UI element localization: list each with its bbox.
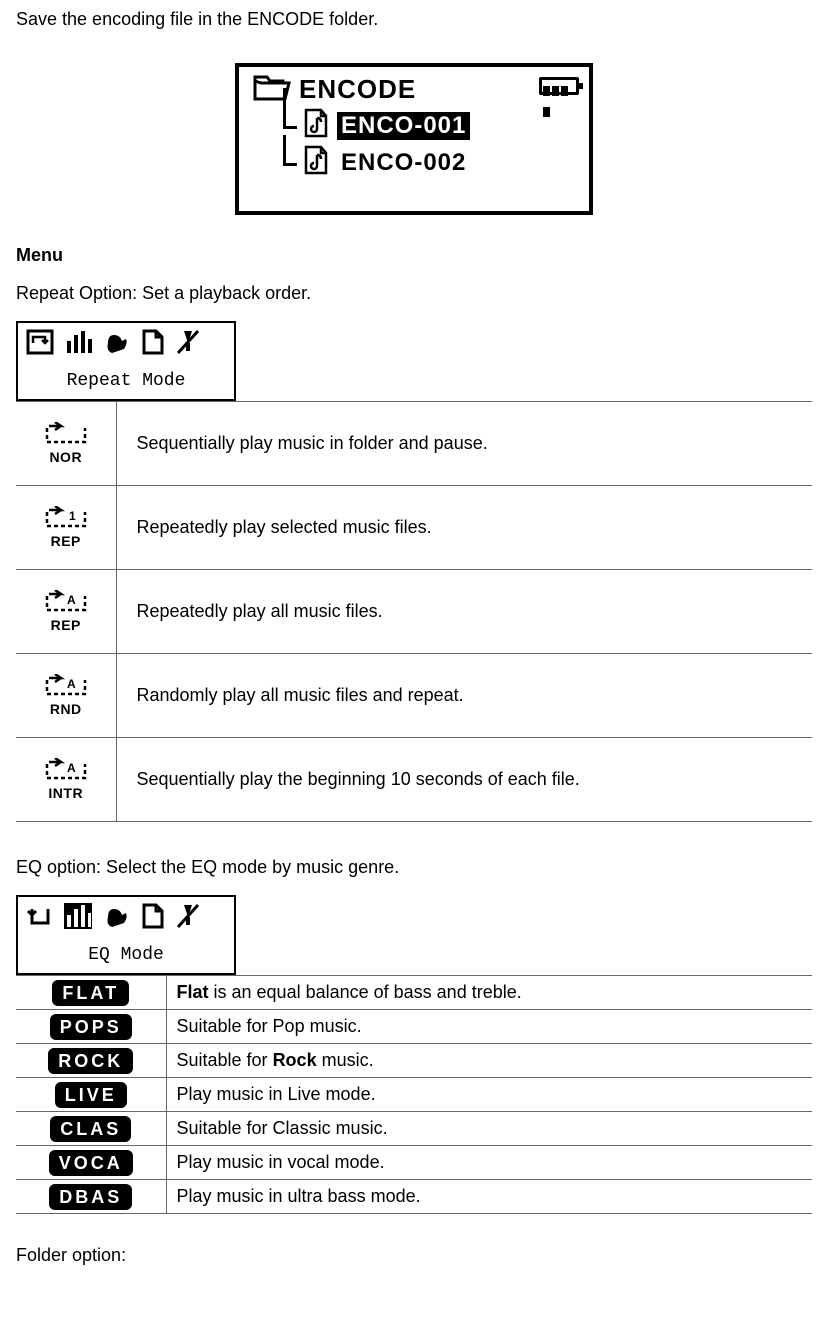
repeat-mode-box: Repeat Mode	[16, 321, 236, 401]
folder-option-label: Folder option:	[16, 1242, 812, 1269]
encode-file-2: ENCO-002	[337, 149, 470, 177]
eq-mode-caption: EQ Mode	[26, 945, 226, 967]
repa-icon: A	[43, 590, 89, 616]
menu-heading: Menu	[16, 245, 812, 266]
repeat-intro: Repeat Option: Set a playback order.	[16, 280, 812, 307]
table-row: ROCKSuitable for Rock music.	[16, 1044, 812, 1078]
repeat-desc: Sequentially play the beginning 10 secon…	[116, 738, 812, 822]
table-row: VOCAPlay music in vocal mode.	[16, 1146, 812, 1180]
music-file-icon	[303, 145, 329, 180]
repeat-table: NOR Sequentially play music in folder an…	[16, 401, 812, 822]
repeat-desc: Repeatedly play selected music files.	[116, 486, 812, 570]
table-row: LIVEPlay music in Live mode.	[16, 1078, 812, 1112]
repeat-icon	[26, 903, 54, 929]
svg-text:A: A	[67, 677, 76, 691]
eq-pill-dbas: DBAS	[49, 1184, 132, 1210]
eq-pill-flat: FLAT	[52, 980, 129, 1006]
mic-off-icon	[174, 903, 202, 929]
mic-off-icon	[174, 329, 202, 355]
nor-icon	[43, 422, 89, 448]
eq-table: FLATFlat is an equal balance of bass and…	[16, 975, 812, 1214]
repeat-desc: Randomly play all music files and repeat…	[116, 654, 812, 738]
page-icon	[140, 903, 164, 929]
table-row: A REP Repeatedly play all music files.	[16, 570, 812, 654]
repeat-icon	[26, 329, 54, 355]
icon-label: RND	[50, 701, 82, 717]
icon-label: REP	[51, 533, 81, 549]
icon-label: INTR	[48, 785, 83, 801]
icon-label: NOR	[49, 449, 82, 465]
intro-text: Save the encoding file in the ENCODE fol…	[16, 6, 812, 33]
eq-pill-rock: ROCK	[48, 1048, 133, 1074]
page-icon	[140, 329, 164, 355]
eq-mode-box: EQ Mode	[16, 895, 236, 975]
table-row: FLATFlat is an equal balance of bass and…	[16, 976, 812, 1010]
svg-text:1: 1	[69, 509, 76, 523]
hand-icon	[102, 329, 130, 355]
table-row: 1 REP Repeatedly play selected music fil…	[16, 486, 812, 570]
eq-pill-pops: POPS	[50, 1014, 132, 1040]
encode-folder-label: ENCODE	[299, 74, 416, 105]
eq-intro: EQ option: Select the EQ mode by music g…	[16, 854, 812, 881]
table-row: A RND Randomly play all music files and …	[16, 654, 812, 738]
table-row: DBASPlay music in ultra bass mode.	[16, 1180, 812, 1214]
repeat-desc: Repeatedly play all music files.	[116, 570, 812, 654]
table-row: NOR Sequentially play music in folder an…	[16, 402, 812, 486]
encode-screen: ENCODE ENCO-001	[235, 63, 593, 215]
rep1-icon: 1	[43, 506, 89, 532]
intr-icon: A	[43, 758, 89, 784]
repeat-mode-caption: Repeat Mode	[26, 371, 226, 393]
table-row: A INTR Sequentially play the beginning 1…	[16, 738, 812, 822]
eq-bars-selected-icon	[64, 903, 92, 929]
encode-file-1: ENCO-001	[337, 112, 470, 140]
eq-pill-live: LIVE	[55, 1082, 127, 1108]
rnd-icon: A	[43, 674, 89, 700]
repeat-desc: Sequentially play music in folder and pa…	[116, 402, 812, 486]
svg-text:A: A	[67, 761, 76, 775]
svg-text:A: A	[67, 593, 76, 607]
eq-pill-voca: VOCA	[49, 1150, 133, 1176]
battery-icon	[539, 77, 579, 95]
table-row: POPSSuitable for Pop music.	[16, 1010, 812, 1044]
eq-pill-clas: CLAS	[50, 1116, 131, 1142]
eq-bars-icon	[64, 329, 92, 355]
table-row: CLASSuitable for Classic music.	[16, 1112, 812, 1146]
music-file-icon	[303, 108, 329, 143]
hand-icon	[102, 903, 130, 929]
icon-label: REP	[51, 617, 81, 633]
